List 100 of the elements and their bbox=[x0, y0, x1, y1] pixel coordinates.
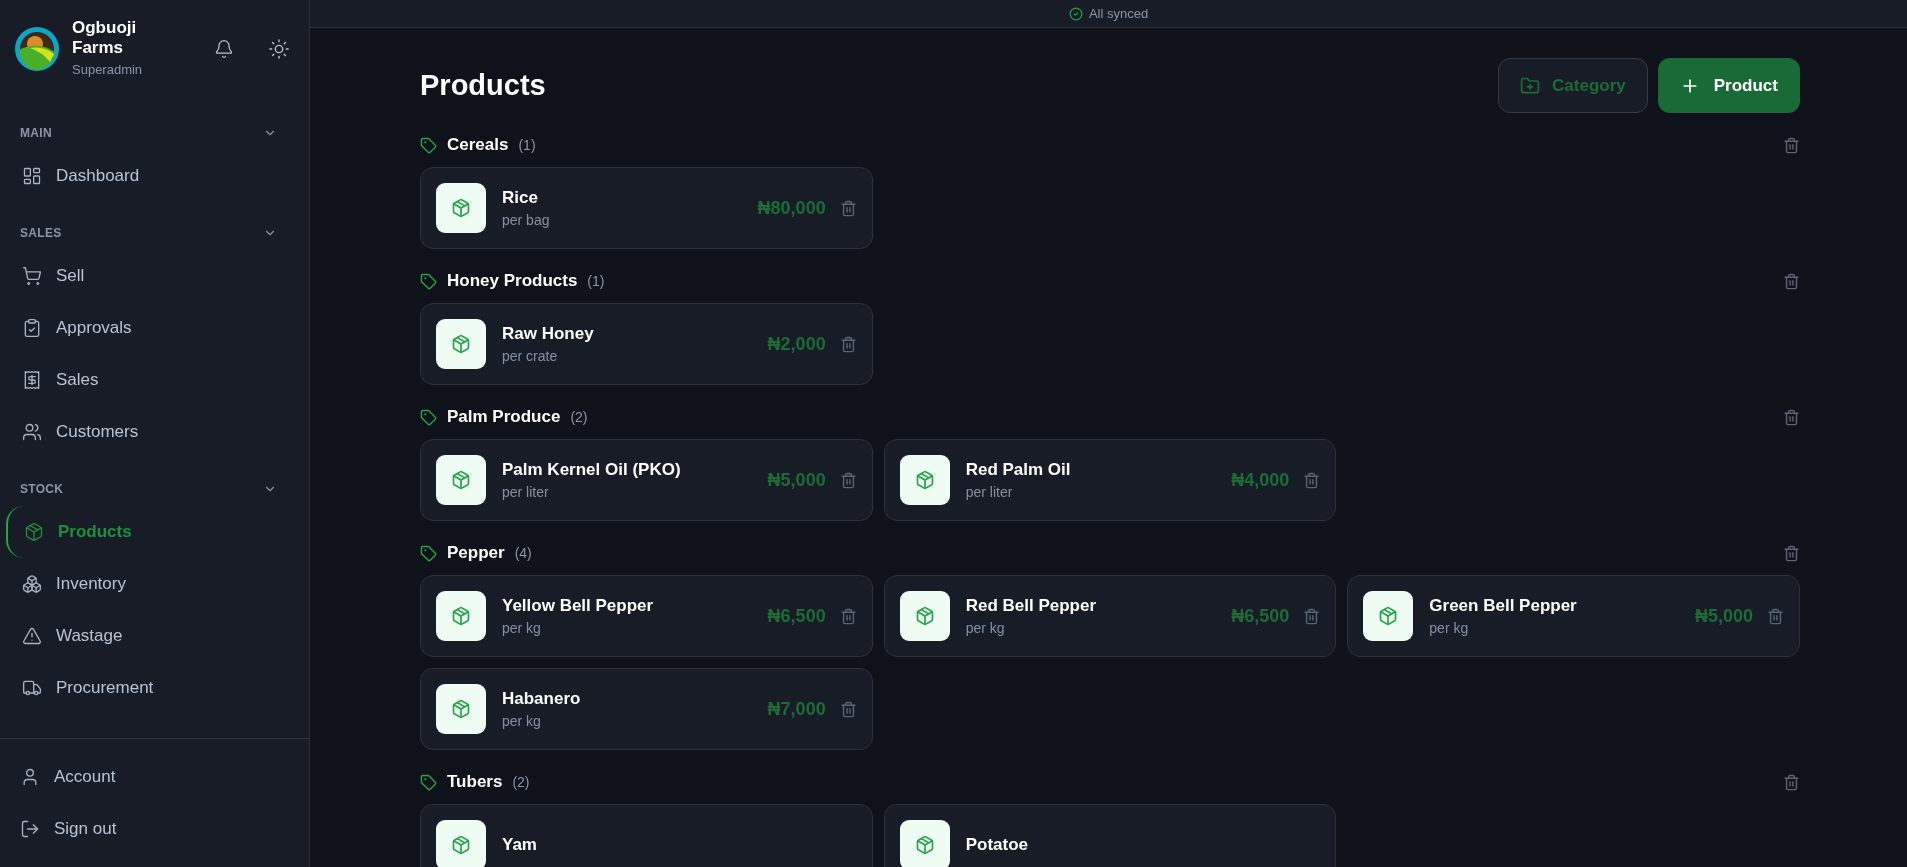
product-card[interactable]: Palm Kernel Oil (PKO) per liter ₦5,000 bbox=[420, 439, 873, 521]
box-icon bbox=[914, 470, 935, 490]
nav-item[interactable]: Sales bbox=[6, 353, 303, 406]
product-card[interactable]: Potatoe bbox=[883, 804, 1337, 867]
product-unit: per kg bbox=[1429, 619, 1470, 639]
nav-item[interactable]: Dashboard bbox=[6, 149, 303, 202]
product-card[interactable]: Raw Honey per crate ₦2,000 bbox=[420, 303, 873, 385]
delete-product-button[interactable] bbox=[1303, 607, 1321, 625]
delete-category-button[interactable] bbox=[1783, 544, 1800, 562]
product-card[interactable]: Yam bbox=[420, 804, 873, 867]
nav-item[interactable]: Sign out bbox=[0, 803, 309, 855]
product-name: Yam bbox=[502, 834, 537, 857]
box-icon bbox=[914, 835, 935, 855]
product-name: Yellow Bell Pepper bbox=[502, 594, 654, 617]
delete-category-button[interactable] bbox=[1783, 272, 1800, 290]
product-card[interactable]: Red Bell Pepper per kg ₦6,500 bbox=[883, 575, 1337, 657]
category-count: (1) bbox=[587, 271, 605, 291]
check-circle-icon bbox=[1068, 6, 1083, 21]
nav-item[interactable]: Procurement bbox=[6, 661, 303, 714]
product-card[interactable]: Red Palm Oil per liter ₦4,000 bbox=[883, 439, 1337, 521]
nav-item[interactable]: Account bbox=[0, 751, 309, 803]
user-role: Superadmin bbox=[72, 61, 144, 79]
product-price: ₦5,000 bbox=[767, 468, 826, 492]
nav-item[interactable]: Wastage bbox=[6, 609, 303, 662]
add-product-button[interactable]: Product bbox=[1657, 58, 1800, 113]
product-unit: per kg bbox=[502, 712, 542, 732]
product-price: ₦7,000 bbox=[767, 697, 826, 721]
box-icon bbox=[451, 470, 471, 490]
product-name: Palm Kernel Oil (PKO) bbox=[502, 458, 681, 481]
product-name: Raw Honey bbox=[502, 322, 594, 345]
section-header[interactable]: STOCK bbox=[0, 471, 309, 506]
category-count: (1) bbox=[518, 135, 536, 155]
product-name: Green Bell Pepper bbox=[1429, 594, 1577, 617]
tag-icon bbox=[420, 272, 437, 290]
nav-item[interactable]: Inventory bbox=[6, 557, 303, 610]
category-count: (2) bbox=[570, 407, 588, 427]
product-unit: per crate bbox=[502, 347, 559, 367]
product-price: ₦6,500 bbox=[1231, 604, 1290, 628]
nav-item[interactable]: Sell bbox=[6, 249, 303, 302]
box-icon bbox=[451, 334, 471, 354]
category-count: (2) bbox=[512, 772, 530, 792]
tag-icon bbox=[420, 773, 437, 791]
delete-product-button[interactable] bbox=[839, 335, 857, 353]
product-name: Rice bbox=[502, 186, 539, 209]
box-icon bbox=[1378, 606, 1399, 626]
nav-item[interactable]: Approvals bbox=[6, 301, 303, 354]
product-price: ₦6,500 bbox=[767, 604, 826, 628]
product-unit: per liter bbox=[502, 483, 550, 503]
section-header[interactable]: MAIN bbox=[0, 115, 309, 150]
category-count: (4) bbox=[514, 543, 532, 563]
delete-product-button[interactable] bbox=[839, 471, 857, 489]
tag-icon bbox=[420, 408, 437, 426]
delete-category-button[interactable] bbox=[1783, 136, 1800, 154]
product-name: Red Bell Pepper bbox=[965, 594, 1097, 617]
users-icon bbox=[22, 421, 42, 442]
product-price: ₦80,000 bbox=[757, 196, 826, 220]
category-name: Tubers bbox=[447, 771, 503, 794]
box-icon bbox=[914, 606, 935, 626]
delete-category-button[interactable] bbox=[1783, 408, 1800, 426]
product-unit: per bag bbox=[502, 211, 550, 231]
delete-product-button[interactable] bbox=[839, 700, 857, 718]
delete-product-button[interactable] bbox=[1767, 607, 1784, 625]
clipboard-check-icon bbox=[22, 317, 42, 338]
product-unit: per kg bbox=[502, 619, 542, 639]
box-icon bbox=[451, 835, 471, 855]
category-name: Honey Products bbox=[447, 270, 578, 293]
box-icon bbox=[24, 521, 44, 542]
box-icon bbox=[451, 606, 471, 626]
product-card[interactable]: Habanero per kg ₦7,000 bbox=[420, 668, 873, 750]
folder-plus-icon bbox=[1520, 75, 1541, 96]
product-card[interactable]: Yellow Bell Pepper per kg ₦6,500 bbox=[420, 575, 873, 657]
product-unit: per kg bbox=[965, 619, 1006, 639]
delete-category-button[interactable] bbox=[1783, 773, 1800, 791]
dashboard-icon bbox=[22, 165, 42, 186]
boxes-icon bbox=[22, 573, 42, 594]
delete-product-button[interactable] bbox=[1303, 471, 1321, 489]
product-name: Habanero bbox=[502, 687, 581, 710]
product-price: ₦4,000 bbox=[1231, 468, 1290, 492]
nav-item[interactable]: Customers bbox=[6, 405, 303, 458]
product-card[interactable]: Green Bell Pepper per kg ₦5,000 bbox=[1347, 575, 1800, 657]
brand-name: Ogbuoji Farms bbox=[72, 18, 138, 58]
tag-icon bbox=[420, 544, 437, 562]
farm-logo-icon bbox=[14, 25, 60, 72]
page-title: Products bbox=[420, 67, 546, 103]
product-card[interactable]: Rice per bag ₦80,000 bbox=[420, 167, 873, 249]
section-header[interactable]: SALES bbox=[0, 215, 309, 250]
delete-product-button[interactable] bbox=[839, 199, 857, 217]
product-price: ₦5,000 bbox=[1694, 604, 1753, 628]
tag-icon bbox=[420, 136, 437, 154]
sync-status: All synced bbox=[1088, 4, 1149, 23]
delete-product-button[interactable] bbox=[839, 607, 857, 625]
box-icon bbox=[451, 198, 471, 218]
cart-icon bbox=[22, 265, 42, 286]
category-name: Pepper bbox=[447, 542, 505, 565]
category-name: Cereals bbox=[447, 134, 509, 157]
category-name: Palm Produce bbox=[447, 406, 561, 429]
sign-out-icon bbox=[20, 819, 40, 839]
warning-icon bbox=[22, 625, 42, 646]
receipt-icon bbox=[22, 369, 42, 390]
product-name: Potatoe bbox=[965, 834, 1028, 857]
